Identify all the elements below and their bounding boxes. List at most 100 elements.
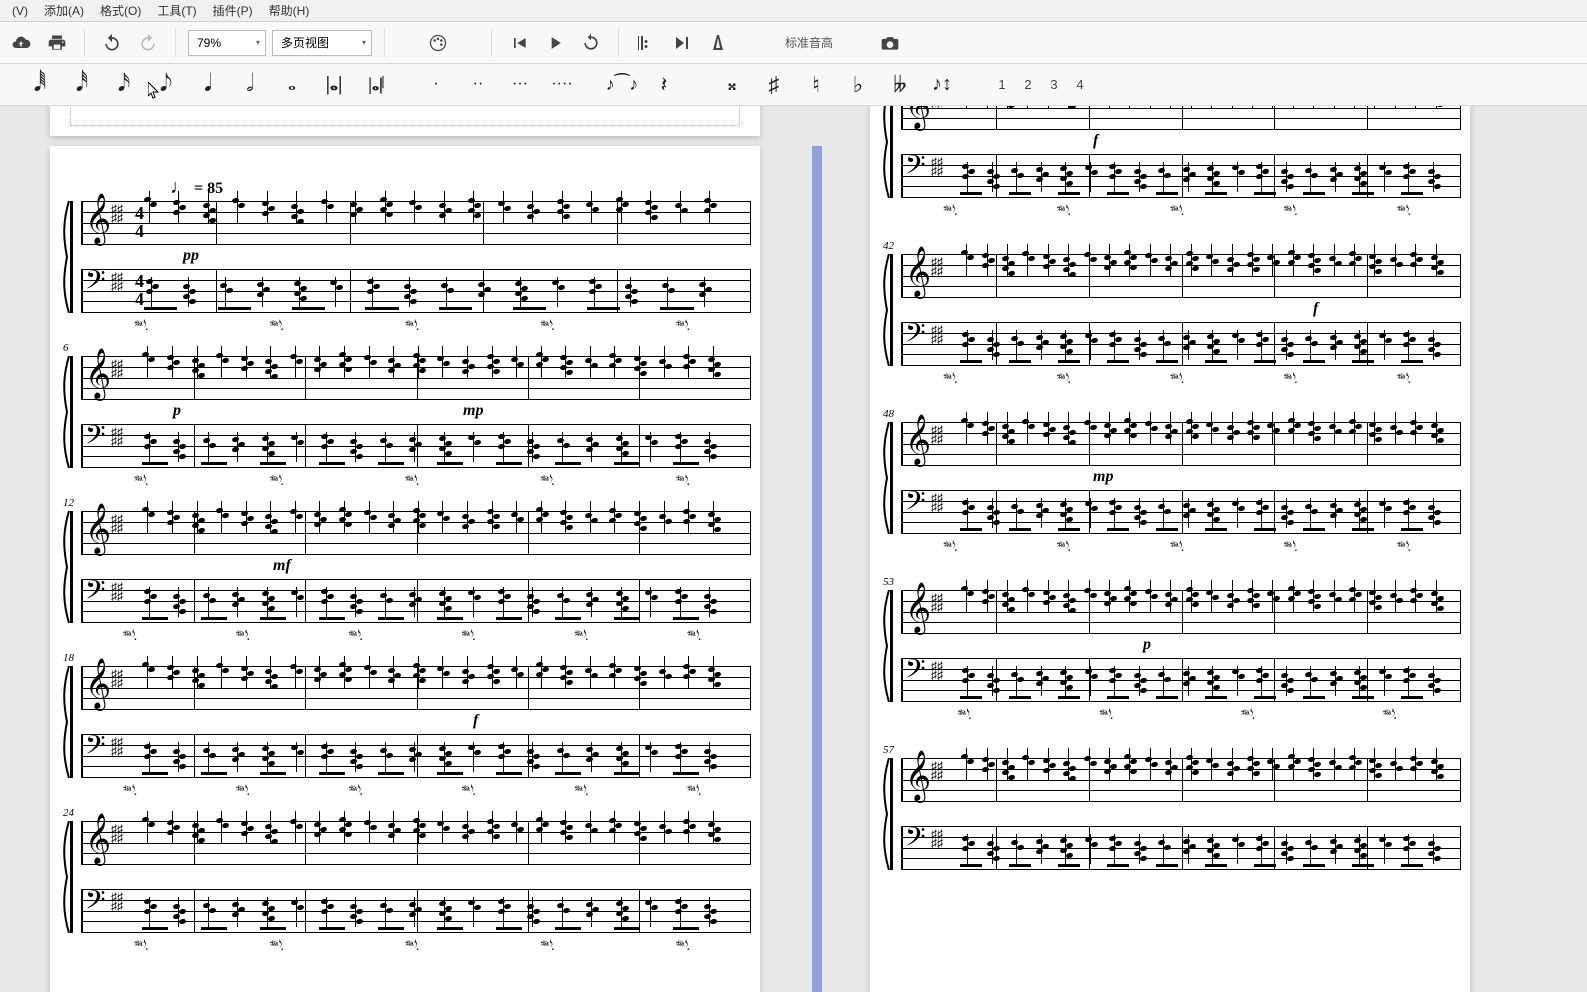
score-page-1[interactable]: = 85 𝄞♯♯♯♯44pp𝄢♯♯♯♯44𝆮𝅮.𝆮𝅮.𝆮𝅮.𝆮𝅮.𝆮𝅮.6𝄞♯♯… xyxy=(50,146,760,992)
undo-button[interactable] xyxy=(97,28,127,58)
double-sharp-button[interactable]: 𝄪 xyxy=(714,67,750,103)
loop-button[interactable] xyxy=(576,28,606,58)
score-page-2[interactable]: 𝄞♯♯♯♯f𝄢♯♯♯♯𝆮𝅮.𝆮𝅮.𝆮𝅮.𝆮𝅮.𝆮𝅮. 42𝄞♯♯♯♯f𝄢♯♯♯♯𝆮… xyxy=(870,106,1470,992)
menu-format[interactable]: 格式(O) xyxy=(92,2,149,19)
menu-add[interactable]: 添加(A) xyxy=(36,2,92,19)
print-button[interactable] xyxy=(42,28,72,58)
treble-staff[interactable]: 𝄞♯♯♯♯ xyxy=(901,422,1460,466)
grand-staff[interactable]: 𝄞♯♯♯♯44pp𝄢♯♯♯♯44𝆮𝅮.𝆮𝅮.𝆮𝅮.𝆮𝅮.𝆮𝅮. xyxy=(70,201,750,313)
sharp-button[interactable]: ♯ xyxy=(756,67,792,103)
grand-staff[interactable]: 57𝄞♯♯♯♯𝄢♯♯♯♯ xyxy=(890,758,1460,870)
whole-note-icon: 𝅝 xyxy=(288,73,296,96)
rest-button[interactable]: 𝄽 xyxy=(646,67,682,103)
screenshot-button[interactable] xyxy=(875,28,905,58)
rest-icon: 𝄽 xyxy=(661,72,668,98)
repeat-right-button[interactable] xyxy=(667,28,697,58)
treble-staff[interactable]: 𝄞♯♯♯♯ xyxy=(81,511,750,555)
voice-2-button[interactable]: 2 xyxy=(1018,77,1038,92)
repeat-in-icon xyxy=(636,33,656,53)
view-mode-combo[interactable]: 多页视图 xyxy=(272,30,372,56)
bass-staff[interactable]: 𝄢♯♯♯♯ xyxy=(901,490,1460,534)
menu-tools[interactable]: 工具(T) xyxy=(149,2,204,19)
double-flat-button[interactable]: 𝄫 xyxy=(882,67,918,103)
pedal-markings: 𝆮𝅮.𝆮𝅮.𝆮𝅮.𝆮𝅮. xyxy=(893,708,1460,724)
grand-staff[interactable]: 18𝄞♯♯♯♯f𝄢♯♯♯♯𝆮𝅮.𝆮𝅮.𝆮𝅮.𝆮𝅮.𝆮𝅮.𝆮𝅮. xyxy=(70,666,750,778)
flip-button[interactable]: ♪↕ xyxy=(924,67,960,103)
treble-staff[interactable]: 𝄞♯♯♯♯ xyxy=(901,590,1460,634)
note-breve-button[interactable]: |𝅝| xyxy=(316,67,352,103)
grand-staff[interactable]: 24𝄞♯♯♯♯𝄢♯♯♯♯𝆮𝅮.𝆮𝅮.𝆮𝅮.𝆮𝅮.𝆮𝅮. xyxy=(70,821,750,933)
measure-number: 48 xyxy=(883,408,894,420)
voice-1-button[interactable]: 1 xyxy=(992,77,1012,92)
note-16th-button[interactable]: 𝅘𝅥𝅯 xyxy=(106,67,142,103)
concert-pitch-label[interactable]: 标准音高 xyxy=(775,34,843,51)
bass-staff[interactable]: 𝄢♯♯♯♯ xyxy=(901,658,1460,702)
tie-icon: ♪⁀♪ xyxy=(606,74,638,95)
flat-button[interactable]: ♭ xyxy=(840,67,876,103)
treble-staff[interactable]: 𝄞♯♯♯♯44 xyxy=(81,201,750,245)
pedal-markings: 𝆮𝅮.𝆮𝅮.𝆮𝅮.𝆮𝅮.𝆮𝅮. xyxy=(73,939,750,955)
bass-staff[interactable]: 𝄢♯♯♯♯ xyxy=(901,322,1460,366)
pedal-markings: 𝆮𝅮.𝆮𝅮.𝆮𝅮.𝆮𝅮.𝆮𝅮. xyxy=(893,372,1460,388)
grand-staff[interactable]: 48𝄞♯♯♯♯mp𝄢♯♯♯♯𝆮𝅮.𝆮𝅮.𝆮𝅮.𝆮𝅮.𝆮𝅮. xyxy=(890,422,1460,534)
mixer-button[interactable] xyxy=(423,28,453,58)
grand-staff[interactable]: 6𝄞♯♯♯♯pmp𝄢♯♯♯♯𝆮𝅮.𝆮𝅮.𝆮𝅮.𝆮𝅮.𝆮𝅮. xyxy=(70,356,750,468)
dot-button[interactable]: · xyxy=(418,67,454,103)
eighth-note-icon: 𝅘𝅥𝅮 xyxy=(160,71,172,98)
score-canvas[interactable]: = 85 𝄞♯♯♯♯44pp𝄢♯♯♯♯44𝆮𝅮.𝆮𝅮.𝆮𝅮.𝆮𝅮.𝆮𝅮.6𝄞♯♯… xyxy=(0,106,1587,992)
bass-staff[interactable]: 𝄢♯♯♯♯44 xyxy=(81,269,750,313)
brace-icon xyxy=(881,106,891,198)
treble-staff[interactable]: 𝄞♯♯♯♯ xyxy=(81,821,750,865)
rewind-start-button[interactable] xyxy=(504,28,534,58)
double-dot-button[interactable]: ·· xyxy=(460,67,496,103)
menu-plugins[interactable]: 插件(P) xyxy=(205,2,261,19)
bass-staff[interactable]: 𝄢♯♯♯♯ xyxy=(81,889,750,933)
bass-staff[interactable]: 𝄢♯♯♯♯ xyxy=(81,734,750,778)
menu-view[interactable]: (V) xyxy=(4,4,36,18)
play-button[interactable] xyxy=(540,28,570,58)
note-64th-button[interactable]: 𝅘𝅥𝅱 xyxy=(22,67,58,103)
natural-button[interactable]: ♮ xyxy=(798,67,834,103)
menu-help[interactable]: 帮助(H) xyxy=(261,2,318,19)
measure-number: 18 xyxy=(63,652,74,664)
brace-icon xyxy=(61,201,71,313)
note-whole-button[interactable]: 𝅝 xyxy=(274,67,310,103)
treble-staff[interactable]: 𝄞♯♯♯♯ xyxy=(901,758,1460,802)
quad-dot-button[interactable]: ···· xyxy=(544,67,580,103)
pedal-markings: 𝆮𝅮.𝆮𝅮.𝆮𝅮.𝆮𝅮.𝆮𝅮.𝆮𝅮. xyxy=(73,784,750,800)
bass-staff[interactable]: 𝄢♯♯♯♯ xyxy=(81,579,750,623)
voice-3-button[interactable]: 3 xyxy=(1044,77,1064,92)
note-8th-button[interactable]: 𝅘𝅥𝅮 xyxy=(148,67,184,103)
redo-button[interactable] xyxy=(133,28,163,58)
treble-staff[interactable]: 𝄞♯♯♯♯ xyxy=(81,356,750,400)
undo-icon xyxy=(102,33,122,53)
note-32nd-button[interactable]: 𝅘𝅥𝅰 xyxy=(64,67,100,103)
treble-staff[interactable]: 𝄞♯♯♯♯ xyxy=(81,666,750,710)
grand-staff[interactable]: 𝄞♯♯♯♯f𝄢♯♯♯♯𝆮𝅮.𝆮𝅮.𝆮𝅮.𝆮𝅮.𝆮𝅮. xyxy=(890,106,1460,198)
note-longa-button[interactable]: |𝅝|𝅥 xyxy=(358,67,394,103)
triple-dot-button[interactable]: ··· xyxy=(502,67,538,103)
bass-staff[interactable]: 𝄢♯♯♯♯ xyxy=(901,154,1460,198)
cloud-upload-button[interactable] xyxy=(6,28,36,58)
bass-staff[interactable]: 𝄢♯♯♯♯ xyxy=(81,424,750,468)
treble-staff[interactable]: 𝄞♯♯♯♯ xyxy=(901,106,1460,130)
metronome-icon xyxy=(708,33,728,53)
grand-staff[interactable]: 12𝄞♯♯♯♯mf𝄢♯♯♯♯𝆮𝅮.𝆮𝅮.𝆮𝅮.𝆮𝅮.𝆮𝅮.𝆮𝅮. xyxy=(70,511,750,623)
loop-icon xyxy=(581,33,601,53)
note-half-button[interactable]: 𝅗𝅥 xyxy=(232,67,268,103)
print-icon xyxy=(47,33,67,53)
brace-icon xyxy=(61,821,71,933)
bass-staff[interactable]: 𝄢♯♯♯♯ xyxy=(901,826,1460,870)
tie-button[interactable]: ♪⁀♪ xyxy=(604,67,640,103)
brace-icon xyxy=(61,356,71,468)
zoom-combo[interactable]: 79% xyxy=(188,30,266,56)
voice-4-button[interactable]: 4 xyxy=(1070,77,1090,92)
note-input-toolbar: 𝅘𝅥𝅱 𝅘𝅥𝅰 𝅘𝅥𝅯 𝅘𝅥𝅮 𝅘𝅥 𝅗𝅥 𝅝 |𝅝| |𝅝|𝅥 · ·· ··… xyxy=(0,64,1587,106)
treble-staff[interactable]: 𝄞♯♯♯♯ xyxy=(901,254,1460,298)
repeat-left-button[interactable] xyxy=(631,28,661,58)
note-quarter-button[interactable]: 𝅘𝅥 xyxy=(190,67,226,103)
grand-staff[interactable]: 42𝄞♯♯♯♯f𝄢♯♯♯♯𝆮𝅮.𝆮𝅮.𝆮𝅮.𝆮𝅮.𝆮𝅮. xyxy=(890,254,1460,366)
grand-staff[interactable]: 53𝄞♯♯♯♯p𝄢♯♯♯♯𝆮𝅮.𝆮𝅮.𝆮𝅮.𝆮𝅮. xyxy=(890,590,1460,702)
redo-icon xyxy=(138,33,158,53)
metronome-button[interactable] xyxy=(703,28,733,58)
